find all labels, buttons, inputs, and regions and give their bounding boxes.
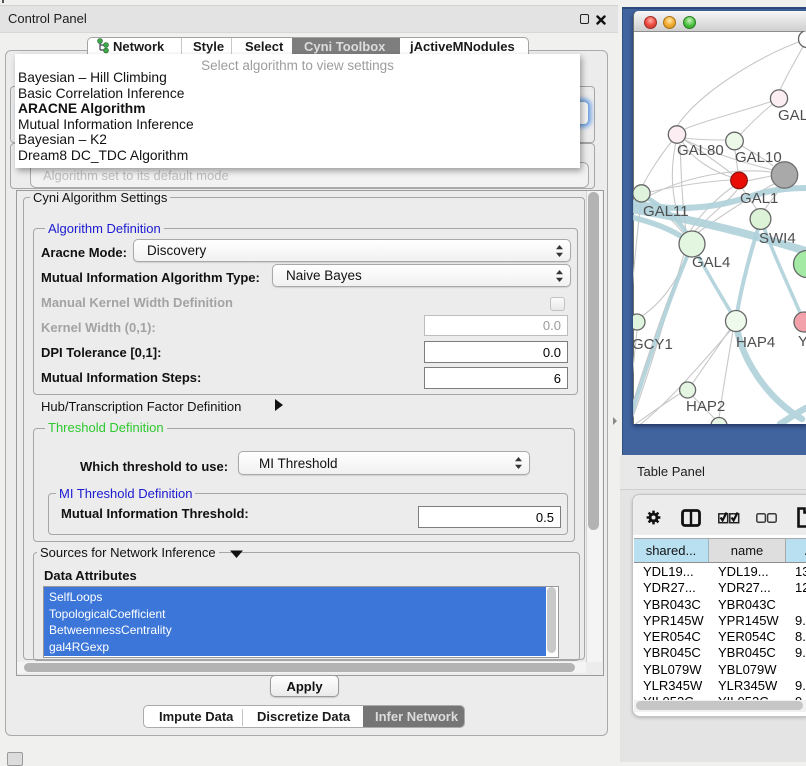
- svg-text:GAL7: GAL7: [778, 107, 806, 124]
- svg-text:GCY1: GCY1: [633, 336, 673, 353]
- svg-text:HAP2: HAP2: [686, 398, 725, 415]
- svg-text:Y: Y: [798, 333, 806, 350]
- svg-text:GAL4: GAL4: [692, 254, 730, 271]
- svg-text:HAP4: HAP4: [736, 334, 775, 351]
- svg-text:GAL11: GAL11: [643, 203, 689, 220]
- svg-text:GAL10: GAL10: [735, 149, 782, 166]
- svg-text:GAL1: GAL1: [740, 190, 778, 207]
- svg-text:GAL80: GAL80: [677, 142, 724, 159]
- svg-text:SWI4: SWI4: [759, 230, 796, 247]
